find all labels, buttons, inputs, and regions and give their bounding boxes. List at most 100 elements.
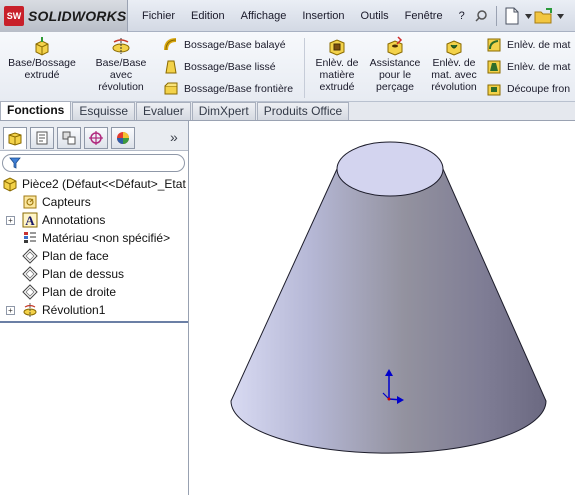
cone-top-face[interactable] — [336, 141, 444, 197]
boundary-boss-button[interactable]: Bossage/Base frontière — [162, 78, 293, 100]
new-document-icon — [505, 7, 519, 25]
swept-boss-icon — [162, 36, 180, 54]
plane-icon — [22, 284, 38, 300]
display-manager-icon — [117, 132, 129, 144]
cut-small-commands: Enlèv. de mat Enlèv. de mat Découpe fron — [485, 34, 570, 100]
toolbar-divider — [496, 6, 497, 26]
tab-fonctions[interactable]: Fonctions — [0, 101, 72, 120]
tab-produits-office[interactable]: Produits Office — [256, 102, 350, 120]
lofted-cut-icon — [485, 58, 503, 76]
app-logo[interactable]: SW SOLIDWORKS — [0, 0, 128, 32]
tab-esquisse[interactable]: Esquisse — [72, 102, 136, 120]
pin-menu-button[interactable] — [470, 5, 492, 27]
expand-toggle[interactable]: + — [6, 216, 15, 225]
chevron-down-icon — [524, 13, 532, 19]
panel-tab-dimxpert-manager[interactable] — [84, 127, 108, 149]
command-manager: Base/Bossage extrudé Base/Base avec révo… — [0, 32, 575, 102]
tree-item-label: Matériau <non spécifié> — [42, 231, 171, 245]
dimxpert-manager-icon — [89, 131, 103, 145]
tab-evaluer[interactable]: Evaluer — [136, 102, 191, 120]
feature-tree: Pièce2 (Défaut<<Défaut>_Etat Capteurs + … — [0, 175, 188, 319]
boundary-cut-button[interactable]: Découpe fron — [485, 78, 570, 100]
lofted-boss-button[interactable]: Bossage/Base lissé — [162, 56, 293, 78]
panel-tabs-more-button[interactable]: » — [170, 129, 178, 145]
menu-fenetre[interactable]: Fenêtre — [397, 6, 451, 26]
boundary-cut-label: Découpe fron — [507, 83, 571, 95]
extruded-boss-label: Base/Bossage extrudé — [8, 57, 76, 81]
feature-manager-icon — [8, 131, 22, 146]
graphics-area[interactable] — [189, 121, 575, 495]
plane-icon — [22, 266, 38, 282]
hole-wizard-icon — [383, 35, 407, 57]
panel-tab-display-manager[interactable] — [111, 127, 135, 149]
menu-affichage[interactable]: Affichage — [233, 6, 295, 26]
plane-icon — [22, 248, 38, 264]
tree-item-label: Capteurs — [42, 195, 91, 209]
menu-bar: SW SOLIDWORKS Fichier Edition Affichage … — [0, 0, 575, 32]
tree-item-label: Annotations — [42, 213, 106, 227]
cone-lateral-surface[interactable] — [230, 168, 547, 454]
solidworks-logo-icon: SW — [4, 6, 24, 26]
rollback-bar[interactable] — [0, 321, 188, 323]
swept-cut-label: Enlèv. de mat — [507, 39, 571, 51]
expand-toggle[interactable]: + — [6, 306, 15, 315]
new-dropdown-button[interactable] — [523, 5, 533, 27]
boss-small-commands: Bossage/Base balayé Bossage/Base lissé B… — [162, 34, 293, 100]
panel-tab-feature-manager[interactable] — [3, 127, 27, 149]
quick-access-toolbar — [470, 4, 565, 28]
new-document-button[interactable] — [501, 5, 523, 27]
lofted-cut-label: Enlèv. de mat — [507, 61, 571, 73]
filter-icon — [9, 157, 21, 169]
model-view — [230, 141, 547, 454]
panel-tab-property-manager[interactable] — [30, 127, 54, 149]
open-folder-icon — [534, 8, 552, 24]
swept-boss-label: Bossage/Base balayé — [184, 39, 286, 51]
chevron-down-icon — [556, 13, 564, 19]
configuration-manager-icon — [62, 131, 76, 145]
boundary-boss-label: Bossage/Base frontière — [184, 83, 294, 95]
extruded-cut-button[interactable]: Enlèv. de matière extrudé — [308, 35, 366, 93]
revolved-boss-label: Base/Base avec révolution — [95, 57, 147, 93]
extruded-boss-button[interactable]: Base/Bossage extrudé — [4, 35, 80, 81]
annotations-icon: A — [22, 212, 38, 228]
lofted-cut-button[interactable]: Enlèv. de mat — [485, 56, 570, 78]
feature-filter-input[interactable] — [2, 154, 185, 172]
property-manager-icon — [36, 131, 48, 145]
revolved-cut-label: Enlèv. de mat. avec révolution — [431, 57, 477, 93]
open-dropdown-button[interactable] — [555, 5, 565, 27]
extruded-cut-label: Enlèv. de matière extrudé — [315, 57, 359, 93]
menu-edition[interactable]: Edition — [183, 6, 233, 26]
tree-item-capteurs[interactable]: Capteurs — [0, 193, 188, 211]
tree-item-label: Plan de droite — [42, 285, 117, 299]
swept-boss-button[interactable]: Bossage/Base balayé — [162, 34, 293, 56]
revolved-cut-button[interactable]: Enlèv. de mat. avec révolution — [426, 35, 482, 93]
panel-tab-configuration-manager[interactable] — [57, 127, 81, 149]
tree-item-material[interactable]: Matériau <non spécifié> — [0, 229, 188, 247]
open-document-button[interactable] — [533, 5, 555, 27]
revolved-boss-button[interactable]: Base/Base avec révolution — [84, 35, 158, 93]
hole-wizard-button[interactable]: Assistance pour le perçage — [366, 35, 424, 93]
revolved-boss-icon — [109, 35, 133, 57]
menu-items: Fichier Edition Affichage Insertion Outi… — [134, 0, 473, 32]
tree-item-label: Plan de dessus — [42, 267, 125, 281]
tab-dimxpert[interactable]: DimXpert — [191, 102, 256, 120]
extruded-cut-icon — [325, 35, 349, 57]
revolve-feature-icon — [22, 302, 38, 318]
command-divider — [304, 38, 305, 98]
tree-item-plan-de-dessus[interactable]: Plan de dessus — [0, 265, 188, 283]
cone-model[interactable] — [230, 141, 547, 454]
material-icon — [22, 230, 38, 246]
tree-item-revolution1[interactable]: + Révolution1 — [0, 301, 188, 319]
menu-fichier[interactable]: Fichier — [134, 6, 183, 26]
tree-item-part[interactable]: Pièce2 (Défaut<<Défaut>_Etat — [0, 175, 188, 193]
tree-item-plan-de-face[interactable]: Plan de face — [0, 247, 188, 265]
menu-outils[interactable]: Outils — [353, 6, 397, 26]
swept-cut-button[interactable]: Enlèv. de mat — [485, 34, 570, 56]
pin-icon — [475, 10, 487, 22]
menu-insertion[interactable]: Insertion — [294, 6, 352, 26]
sensors-icon — [22, 194, 38, 210]
tree-item-label: Plan de face — [42, 249, 109, 263]
tree-item-annotations[interactable]: + A Annotations — [0, 211, 188, 229]
tree-item-plan-de-droite[interactable]: Plan de droite — [0, 283, 188, 301]
tree-item-label: Pièce2 (Défaut<<Défaut>_Etat — [22, 177, 186, 191]
